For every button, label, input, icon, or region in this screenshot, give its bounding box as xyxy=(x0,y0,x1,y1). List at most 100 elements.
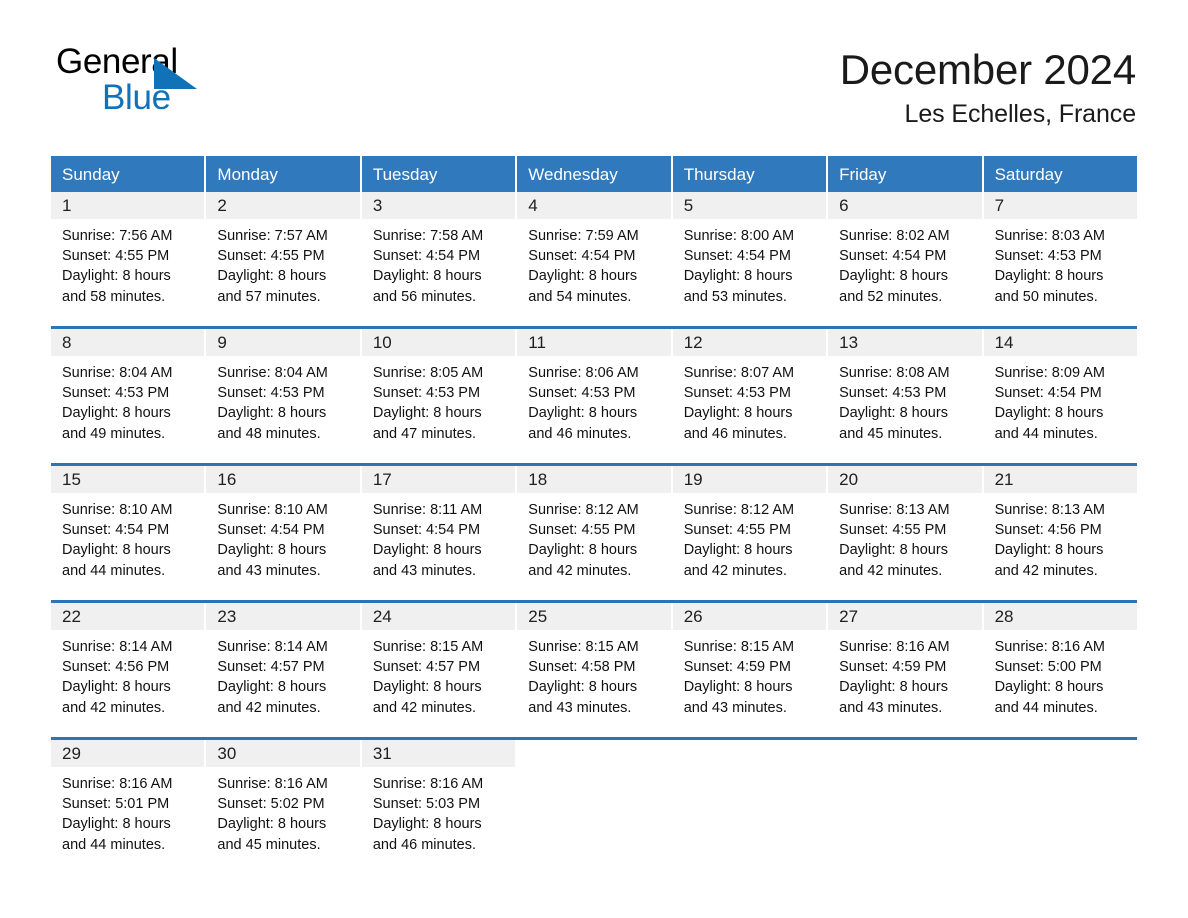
daylight-text-line2: and 50 minutes. xyxy=(994,288,1098,305)
daylight-text-line1: Daylight: 8 hours xyxy=(839,268,948,285)
daylight-text-line1: Daylight: 8 hours xyxy=(994,268,1104,285)
calendar-day-cell[interactable]: 20 Sunrise: 8:13 AM Sunset: 4:55 PM Dayligh… xyxy=(828,466,982,588)
daylight-text-line2: and 43 minutes. xyxy=(528,699,632,716)
calendar-day-cell[interactable]: 15 Sunrise: 8:10 AM Sunset: 4:54 PM Dayligh… xyxy=(51,466,205,588)
daylight-text-line1: Daylight: 8 hours xyxy=(217,542,327,559)
sunrise-text: Sunrise: 8:12 AM xyxy=(528,502,639,518)
calendar-day-cell-empty xyxy=(983,740,1137,862)
daylight-text-line2: and 43 minutes. xyxy=(683,699,787,716)
calendar-day-cell[interactable]: 21 Sunrise: 8:13 AM Sunset: 4:56 PM Dayligh… xyxy=(983,466,1137,588)
calendar-day-cell[interactable]: 18 Sunrise: 8:12 AM Sunset: 4:55 PM Dayligh… xyxy=(517,466,671,588)
day-details: Sunrise: 8:07 AM Sunset: 4:53 PM Daylight:… xyxy=(673,356,826,444)
daylight-text-line2: and 42 minutes. xyxy=(528,562,632,579)
calendar-day-cell[interactable]: 29 Sunrise: 8:16 AM Sunset: 5:01 PM Dayligh… xyxy=(51,740,205,862)
day-details: Sunrise: 7:59 AM Sunset: 4:54 PM Daylight:… xyxy=(517,219,670,307)
calendar-day-cell-empty xyxy=(672,740,827,862)
day-details: Sunrise: 7:58 AM Sunset: 4:54 PM Daylight:… xyxy=(362,219,515,307)
calendar-day-cell[interactable]: 22 Sunrise: 8:14 AM Sunset: 4:56 PM Dayligh… xyxy=(51,603,205,725)
calendar-week-grid: 1 Sunrise: 7:56 AM Sunset: 4:55 PM Daylight… xyxy=(51,192,1137,314)
day-number: 25 xyxy=(517,603,671,630)
day-number: 11 xyxy=(517,329,671,356)
daylight-text-line2: and 43 minutes. xyxy=(839,699,943,716)
day-number: 16 xyxy=(206,466,360,493)
daylight-text-line1: Daylight: 8 hours xyxy=(62,405,171,422)
daylight-text-line2: and 57 minutes. xyxy=(217,288,321,305)
day-number: 6 xyxy=(828,192,982,219)
day-details xyxy=(673,767,826,774)
daylight-text-line2: and 44 minutes. xyxy=(994,699,1098,716)
sunset-text: Sunset: 4:53 PM xyxy=(994,248,1102,265)
calendar-day-cell[interactable]: 19 Sunrise: 8:12 AM Sunset: 4:55 PM Dayligh… xyxy=(672,466,827,588)
calendar-day-cell[interactable]: 17 Sunrise: 8:11 AM Sunset: 4:54 PM Dayligh… xyxy=(361,466,516,588)
calendar-day-cell[interactable]: 14 Sunrise: 8:09 AM Sunset: 4:54 PM Dayligh… xyxy=(983,329,1137,451)
daylight-text-line1: Daylight: 8 hours xyxy=(839,542,948,559)
daylight-text-line1: Daylight: 8 hours xyxy=(217,816,327,833)
sunset-text: Sunset: 4:55 PM xyxy=(839,522,947,539)
calendar-day-cell[interactable]: 8 Sunrise: 8:04 AM Sunset: 4:53 PM Daylight… xyxy=(51,329,205,451)
calendar-day-cell[interactable]: 28 Sunrise: 8:16 AM Sunset: 5:00 PM Dayligh… xyxy=(983,603,1137,725)
day-details: Sunrise: 8:14 AM Sunset: 4:56 PM Daylight:… xyxy=(51,630,204,718)
day-details xyxy=(828,767,981,774)
daylight-text-line2: and 44 minutes. xyxy=(994,425,1098,442)
calendar-day-cell[interactable]: 27 Sunrise: 8:16 AM Sunset: 4:59 PM Dayligh… xyxy=(828,603,982,725)
day-number: 4 xyxy=(517,192,671,219)
sunset-text: Sunset: 4:54 PM xyxy=(217,522,325,539)
daylight-text-line2: and 52 minutes. xyxy=(839,288,943,305)
day-details: Sunrise: 8:13 AM Sunset: 4:56 PM Daylight:… xyxy=(984,493,1137,581)
calendar-day-cell[interactable]: 12 Sunrise: 8:07 AM Sunset: 4:53 PM Dayligh… xyxy=(672,329,827,451)
sunrise-text: Sunrise: 8:16 AM xyxy=(994,639,1105,655)
sunrise-text: Sunrise: 8:14 AM xyxy=(62,639,173,655)
daylight-text-line1: Daylight: 8 hours xyxy=(994,679,1104,696)
sunrise-text: Sunrise: 8:15 AM xyxy=(372,639,484,655)
day-details xyxy=(984,767,1137,774)
calendar-day-cell[interactable]: 6 Sunrise: 8:02 AM Sunset: 4:54 PM Daylight… xyxy=(828,192,982,314)
calendar-day-cell[interactable]: 23 Sunrise: 8:14 AM Sunset: 4:57 PM Dayligh… xyxy=(206,603,360,725)
calendar-day-cell[interactable]: 2 Sunrise: 7:57 AM Sunset: 4:55 PM Daylight… xyxy=(206,192,360,314)
day-number xyxy=(983,740,1137,767)
daylight-text-line1: Daylight: 8 hours xyxy=(683,268,793,285)
sunrise-text: Sunrise: 7:59 AM xyxy=(528,228,639,244)
calendar-day-cell[interactable]: 3 Sunrise: 7:58 AM Sunset: 4:54 PM Daylight… xyxy=(361,192,516,314)
calendar-day-cell[interactable]: 5 Sunrise: 8:00 AM Sunset: 4:54 PM Daylight… xyxy=(672,192,827,314)
day-of-week-header: Monday xyxy=(206,156,360,192)
day-number: 2 xyxy=(206,192,360,219)
page-subtitle: Les Echelles, France xyxy=(904,100,1137,129)
calendar-day-cell[interactable]: 10 Sunrise: 8:05 AM Sunset: 4:53 PM Dayligh… xyxy=(361,329,516,451)
calendar-day-cell[interactable]: 4 Sunrise: 7:59 AM Sunset: 4:54 PM Daylight… xyxy=(517,192,671,314)
sunrise-text: Sunrise: 8:10 AM xyxy=(62,502,173,518)
day-details: Sunrise: 8:13 AM Sunset: 4:55 PM Daylight:… xyxy=(828,493,981,581)
calendar-day-cell[interactable]: 13 Sunrise: 8:08 AM Sunset: 4:53 PM Dayligh… xyxy=(828,329,982,451)
daylight-text-line2: and 53 minutes. xyxy=(683,288,787,305)
day-details: Sunrise: 8:04 AM Sunset: 4:53 PM Daylight:… xyxy=(206,356,359,444)
daylight-text-line2: and 42 minutes. xyxy=(994,562,1098,579)
daylight-text-line2: and 44 minutes. xyxy=(62,562,166,579)
daylight-text-line2: and 42 minutes. xyxy=(683,562,787,579)
page-header: General Blue December 2024 Les Echelles,… xyxy=(0,0,1188,128)
day-number: 26 xyxy=(672,603,827,630)
calendar-day-cell[interactable]: 25 Sunrise: 8:15 AM Sunset: 4:58 PM Dayligh… xyxy=(517,603,671,725)
daylight-text-line2: and 46 minutes. xyxy=(372,836,477,853)
calendar-day-cell[interactable]: 24 Sunrise: 8:15 AM Sunset: 4:57 PM Dayligh… xyxy=(361,603,516,725)
sunset-text: Sunset: 4:58 PM xyxy=(528,659,636,676)
calendar-day-cell[interactable]: 31 Sunrise: 8:16 AM Sunset: 5:03 PM Dayligh… xyxy=(361,740,516,862)
day-of-week-header: Saturday xyxy=(983,156,1137,192)
day-details: Sunrise: 8:15 AM Sunset: 4:57 PM Daylight:… xyxy=(362,630,515,718)
calendar-day-cell[interactable]: 30 Sunrise: 8:16 AM Sunset: 5:02 PM Dayligh… xyxy=(206,740,360,862)
daylight-text-line2: and 42 minutes. xyxy=(372,699,477,716)
day-number: 20 xyxy=(828,466,982,493)
calendar-day-cell[interactable]: 26 Sunrise: 8:15 AM Sunset: 4:59 PM Dayligh… xyxy=(672,603,827,725)
sunset-text: Sunset: 4:54 PM xyxy=(683,248,791,265)
calendar-day-cell[interactable]: 11 Sunrise: 8:06 AM Sunset: 4:53 PM Dayligh… xyxy=(517,329,671,451)
day-of-week-header: Friday xyxy=(828,156,982,192)
day-details: Sunrise: 8:05 AM Sunset: 4:53 PM Daylight:… xyxy=(362,356,515,444)
sunset-text: Sunset: 4:53 PM xyxy=(839,385,947,402)
calendar-day-cell[interactable]: 16 Sunrise: 8:10 AM Sunset: 4:54 PM Dayligh… xyxy=(206,466,360,588)
calendar-day-cell[interactable]: 1 Sunrise: 7:56 AM Sunset: 4:55 PM Daylight… xyxy=(51,192,205,314)
sunrise-text: Sunrise: 8:15 AM xyxy=(683,639,795,655)
sunrise-text: Sunrise: 7:57 AM xyxy=(217,228,328,244)
day-number: 18 xyxy=(517,466,671,493)
calendar-week-row: 8 Sunrise: 8:04 AM Sunset: 4:53 PM Daylight… xyxy=(51,326,1137,451)
calendar-day-cell[interactable]: 9 Sunrise: 8:04 AM Sunset: 4:53 PM Daylight… xyxy=(206,329,360,451)
calendar-day-cell[interactable]: 7 Sunrise: 8:03 AM Sunset: 4:53 PM Daylight… xyxy=(983,192,1137,314)
day-number: 24 xyxy=(361,603,516,630)
